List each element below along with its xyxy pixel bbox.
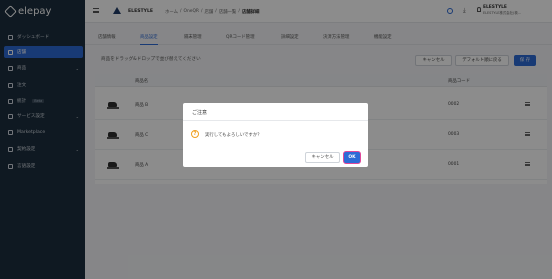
dialog-title: ご注意 xyxy=(192,110,208,116)
warning-icon: ? xyxy=(191,130,199,138)
dialog-message: 実行してもよろしいですか？ xyxy=(205,133,262,138)
dialog-ok-button[interactable]: OK xyxy=(343,151,361,164)
dialog-cancel-button[interactable]: キャンセル xyxy=(305,152,340,163)
dialog-divider xyxy=(183,120,368,121)
confirm-dialog: ご注意 ? 実行してもよろしいですか？ キャンセル OK xyxy=(183,103,368,167)
